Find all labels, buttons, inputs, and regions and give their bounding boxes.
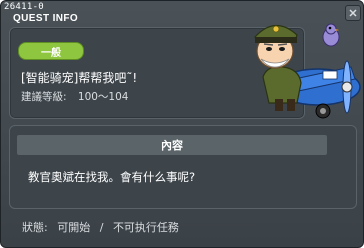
content-header: 內容 — [17, 135, 327, 155]
content-text: 教官奧斌在找我。會有什么事呢? — [28, 170, 196, 184]
status-startable: 可開始 — [57, 221, 91, 234]
window-title: QUEST INFO — [13, 13, 79, 24]
status-not-executable: 不可执行任務 — [112, 221, 179, 234]
npc-pilot-illustration — [254, 23, 361, 119]
quest-type-badge: 一般 — [18, 42, 84, 60]
status-label: 狀態: — [22, 221, 48, 234]
quest-status: 狀態: 可開始 / 不可执行任務 — [22, 219, 179, 235]
quest-name: [智能骑宠]帮帮我吧˜! — [21, 71, 138, 85]
quest-id: 26411-0 — [4, 2, 45, 12]
quest-info-window: 26411-0 QUEST INFO 一般 [智能骑宠]帮帮我吧˜! 建議等級:… — [0, 0, 364, 248]
status-separator: / — [99, 221, 104, 234]
level-range: 100～104 — [77, 91, 129, 103]
level-label: 建議等級: — [21, 91, 67, 103]
recommended-level: 建議等級: 100～104 — [21, 89, 128, 104]
